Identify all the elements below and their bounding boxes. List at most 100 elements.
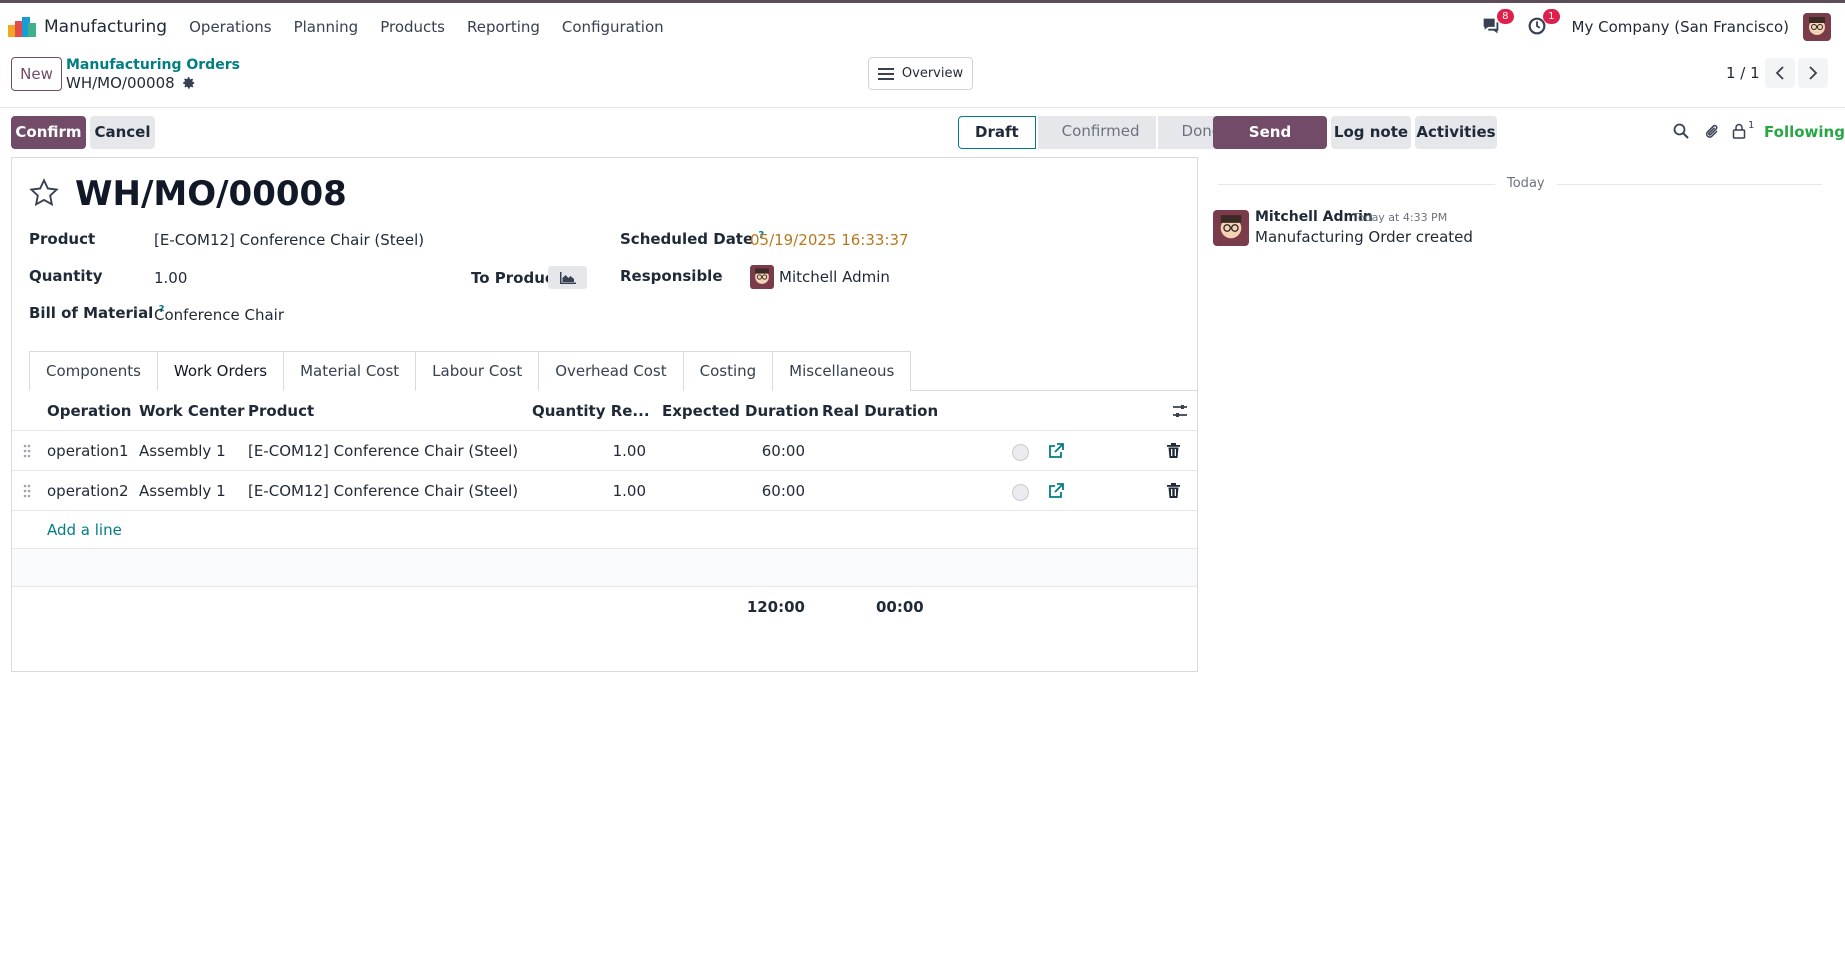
product-label: Product xyxy=(29,230,96,248)
quantity-cell[interactable]: 1.00 xyxy=(532,471,646,511)
user-lock-icon[interactable] xyxy=(1732,123,1746,139)
messages-button[interactable]: 8 xyxy=(1480,8,1514,39)
status-circle xyxy=(1012,444,1029,461)
pager-previous-button[interactable] xyxy=(1765,58,1795,88)
drag-handle-icon[interactable] xyxy=(23,484,31,498)
following-button[interactable]: Following xyxy=(1764,123,1845,141)
record-title: WH/MO/00008 xyxy=(75,174,347,214)
scheduled-date-label: Scheduled Date ? xyxy=(620,230,764,248)
overview-button[interactable]: Overview xyxy=(868,57,973,90)
overview-label: Overview xyxy=(901,66,964,81)
product-cell[interactable]: [E-COM12] Conference Chair (Steel) xyxy=(248,431,518,471)
tab-costing[interactable]: Costing xyxy=(682,351,774,391)
manufacturing-app-icon[interactable] xyxy=(8,16,36,37)
activities-badge: 1 xyxy=(1543,8,1560,24)
control-panel: New Manufacturing Orders WH/MO/00008 Ove… xyxy=(0,50,1845,108)
table-header: Operation Work Center Product Quantity R… xyxy=(12,391,1197,431)
app-name[interactable]: Manufacturing xyxy=(44,17,167,37)
tab-labour-cost[interactable]: Labour Cost xyxy=(415,351,540,391)
activities-button[interactable]: 1 xyxy=(1526,8,1560,39)
tab-overhead-cost[interactable]: Overhead Cost xyxy=(538,351,684,391)
responsible-label: Responsible xyxy=(620,267,723,285)
tab-components[interactable]: Components xyxy=(29,351,158,391)
message-author-avatar[interactable] xyxy=(1213,210,1249,246)
form-sheet: WH/MO/00008 Product [E-COM12] Conference… xyxy=(11,157,1198,672)
menu-planning[interactable]: Planning xyxy=(294,18,359,36)
header-operation[interactable]: Operation xyxy=(47,391,131,431)
header-quantity[interactable]: Quantity Re... xyxy=(532,391,650,431)
quantity-cell[interactable]: 1.00 xyxy=(532,431,646,471)
tab-miscellaneous[interactable]: Miscellaneous xyxy=(772,351,912,391)
chevron-left-icon xyxy=(1775,66,1784,80)
work-center-cell[interactable]: Assembly 1 xyxy=(139,431,226,471)
star-icon[interactable] xyxy=(28,177,60,209)
activities-button[interactable]: Activities xyxy=(1415,116,1497,149)
bom-field[interactable]: Conference Chair xyxy=(154,306,284,324)
table-row[interactable]: operation2 Assembly 1 [E-COM12] Conferen… xyxy=(12,471,1197,511)
breadcrumb-current-label: WH/MO/00008 xyxy=(66,74,175,92)
pager-next-button[interactable] xyxy=(1798,58,1828,88)
bom-label: Bill of Material ? xyxy=(29,304,164,322)
product-field[interactable]: [E-COM12] Conference Chair (Steel) xyxy=(154,231,424,249)
menu-operations[interactable]: Operations xyxy=(189,18,271,36)
notebook-tabs: Components Work Orders Material Cost Lab… xyxy=(29,351,1198,391)
confirm-button[interactable]: Confirm xyxy=(11,116,86,149)
add-line-row: Add a line xyxy=(12,511,1197,549)
external-link-icon[interactable] xyxy=(1048,443,1064,459)
header-expected-duration[interactable]: Expected Duration xyxy=(662,391,819,431)
product-cell[interactable]: [E-COM12] Conference Chair (Steel) xyxy=(248,471,518,511)
message-body: Manufacturing Order created xyxy=(1255,228,1473,246)
company-switcher[interactable]: My Company (San Francisco) xyxy=(1572,18,1789,36)
empty-row xyxy=(12,549,1197,587)
chevron-right-icon xyxy=(1809,66,1818,80)
expected-duration-cell[interactable]: 60:00 xyxy=(662,471,805,511)
operation-cell[interactable]: operation2 xyxy=(47,471,129,511)
add-line-link[interactable]: Add a line xyxy=(47,511,122,549)
paperclip-icon[interactable] xyxy=(1704,123,1720,140)
breadcrumb-manufacturing-orders[interactable]: Manufacturing Orders xyxy=(66,57,240,73)
table-row[interactable]: operation1 Assembly 1 [E-COM12] Conferen… xyxy=(12,431,1197,471)
scheduled-date-label-text: Scheduled Date xyxy=(620,230,754,248)
work-orders-table: Operation Work Center Product Quantity R… xyxy=(12,391,1197,627)
total-expected-duration: 120:00 xyxy=(746,598,805,616)
work-center-cell[interactable]: Assembly 1 xyxy=(139,471,226,511)
follower-count: 1 xyxy=(1748,120,1755,131)
external-link-icon[interactable] xyxy=(1048,483,1064,499)
pager-value[interactable]: 1 / 1 xyxy=(1726,64,1760,82)
search-icon[interactable] xyxy=(1673,123,1689,139)
cancel-button[interactable]: Cancel xyxy=(90,116,155,149)
log-note-button[interactable]: Log note xyxy=(1331,116,1411,149)
user-avatar[interactable] xyxy=(1803,12,1831,41)
drag-handle-icon[interactable] xyxy=(23,444,31,458)
tab-material-cost[interactable]: Material Cost xyxy=(283,351,417,391)
trash-icon[interactable] xyxy=(1167,443,1180,458)
header-real-duration[interactable]: Real Duration xyxy=(822,391,938,431)
header-work-center[interactable]: Work Center xyxy=(139,391,245,431)
quantity-label: Quantity xyxy=(29,267,103,285)
stage-confirmed[interactable]: Confirmed xyxy=(1037,116,1156,149)
hamburger-icon xyxy=(877,67,894,80)
status-bar: Draft Confirmed Done xyxy=(958,116,1239,149)
menu-products[interactable]: Products xyxy=(380,18,445,36)
operation-cell[interactable]: operation1 xyxy=(47,431,129,471)
stage-draft[interactable]: Draft xyxy=(958,116,1036,149)
forecast-chart-button[interactable] xyxy=(548,266,587,289)
date-separator: Today xyxy=(1495,176,1557,191)
send-message-button[interactable]: Send message xyxy=(1213,116,1327,174)
expected-duration-cell[interactable]: 60:00 xyxy=(662,431,805,471)
main-navbar: Manufacturing Operations Planning Produc… xyxy=(0,3,1845,50)
bom-label-text: Bill of Material xyxy=(29,304,154,322)
optional-columns-icon[interactable] xyxy=(1172,403,1188,419)
quantity-field[interactable]: 1.00 xyxy=(154,269,187,287)
new-button[interactable]: New xyxy=(11,57,62,91)
totals-row: 120:00 00:00 xyxy=(12,587,1197,627)
tab-work-orders[interactable]: Work Orders xyxy=(156,351,285,391)
responsible-field[interactable]: Mitchell Admin xyxy=(779,268,890,286)
menu-reporting[interactable]: Reporting xyxy=(467,18,540,36)
menu-configuration[interactable]: Configuration xyxy=(562,18,664,36)
header-product[interactable]: Product xyxy=(248,391,314,431)
scheduled-date-field[interactable]: 05/19/2025 16:33:37 xyxy=(750,231,909,249)
gear-icon[interactable] xyxy=(182,76,196,90)
trash-icon[interactable] xyxy=(1167,483,1180,498)
area-chart-icon xyxy=(559,271,576,284)
